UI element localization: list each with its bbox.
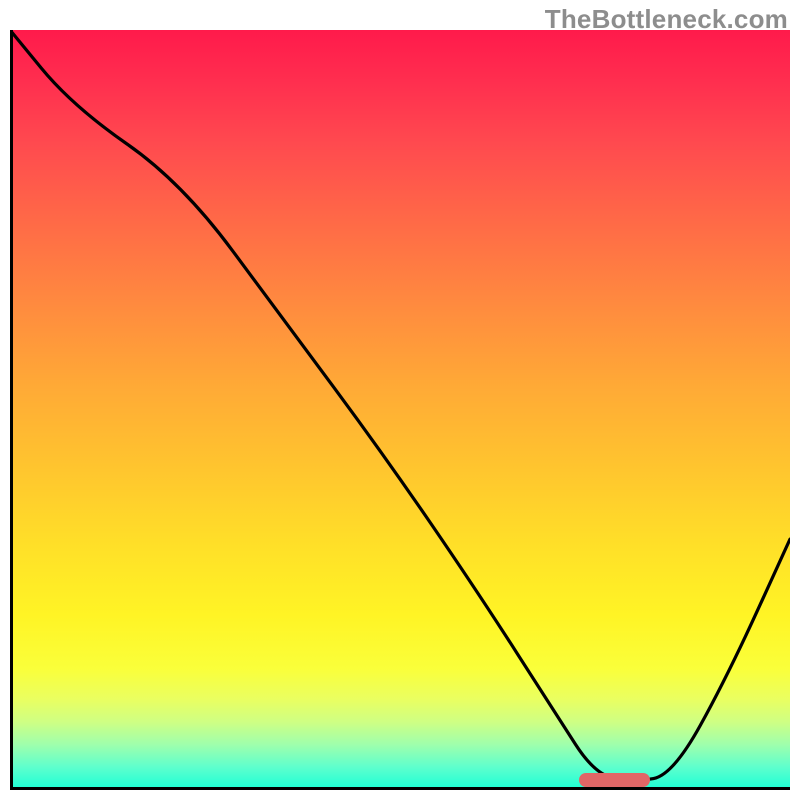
y-axis bbox=[10, 30, 13, 790]
bottleneck-curve bbox=[10, 30, 790, 781]
x-axis bbox=[10, 787, 790, 790]
curve-layer bbox=[10, 30, 790, 790]
plot-area bbox=[10, 30, 790, 790]
chart-stage: TheBottleneck.com bbox=[0, 0, 800, 800]
optimal-range-marker bbox=[579, 773, 649, 787]
